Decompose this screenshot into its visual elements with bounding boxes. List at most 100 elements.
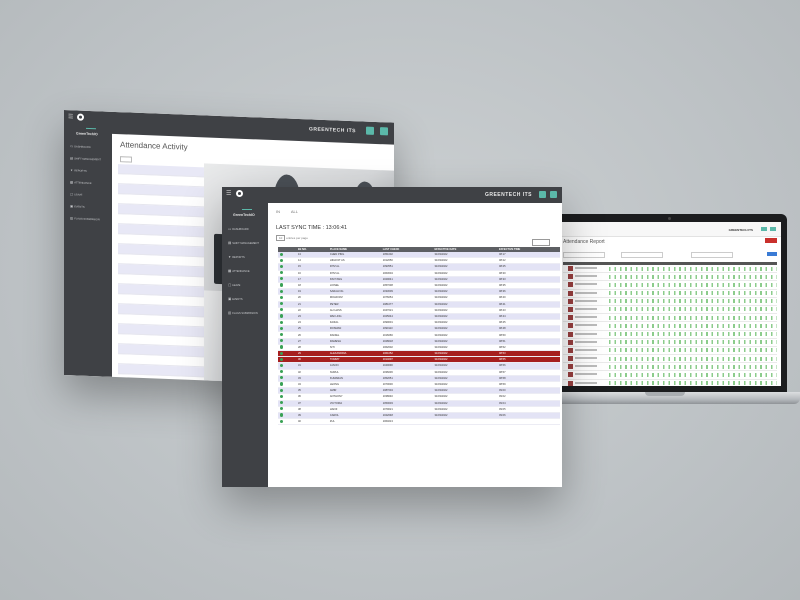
page-size-select[interactable]: 10 — [276, 235, 286, 241]
sidebar-item-flags-submission[interactable]: ▥FLAGS SUBMISSION — [227, 311, 268, 315]
sidebar-item-reports[interactable]: ▾ REPORTS — [69, 168, 112, 174]
topbar-button-1[interactable] — [366, 126, 374, 135]
sidebar-item-leave[interactable]: ▢LEAVE — [69, 192, 112, 198]
avatar — [568, 266, 573, 271]
report-row[interactable] — [563, 290, 777, 298]
sidebar-item-events[interactable]: ▣EVENTS — [69, 204, 112, 210]
check-icon — [280, 283, 284, 287]
check-icon — [280, 252, 284, 256]
attendance-report-grid — [563, 262, 777, 386]
employee-name — [575, 283, 597, 286]
laptop-notch — [645, 392, 685, 396]
sync-label: LAST SYNC TIME : — [276, 225, 325, 231]
sidebar-nav: ▭DASHBOARD ▤SHIFT MANAGEMENT ▾ REPORTS ▦ATTE… — [64, 110, 112, 221]
page-title: Attendance Activity — [120, 140, 188, 152]
last-sync: LAST SYNC TIME : 13:06:41 — [276, 225, 347, 231]
hamburger-icon[interactable]: ☰ — [68, 113, 73, 120]
check-icon — [280, 363, 284, 368]
cell-date — [432, 418, 498, 426]
employee-name — [575, 324, 597, 327]
avatar — [568, 274, 573, 280]
avatar — [568, 372, 573, 378]
sidebar-item-label: DASHBOARD — [232, 228, 249, 231]
avatar — [568, 290, 573, 296]
filter-to[interactable] — [621, 252, 663, 258]
laptop-base — [525, 392, 800, 404]
sidebar-item-events[interactable]: ▣EVENTS — [227, 297, 268, 301]
export-button[interactable] — [765, 238, 777, 243]
sidebar-item-flags-submission[interactable]: ▥FLAGS SUBMISSION — [69, 216, 112, 222]
report-row[interactable] — [563, 371, 777, 380]
tab-in[interactable]: IN — [276, 209, 280, 214]
search-input[interactable] — [532, 239, 550, 246]
filter-from[interactable] — [563, 252, 605, 258]
page-size-select[interactable] — [120, 156, 132, 163]
check-icon — [280, 376, 284, 380]
table-row[interactable] — [118, 374, 204, 388]
laptop-button-1[interactable] — [761, 227, 767, 231]
table-row[interactable]: 40 ZUL 1064013 — [278, 418, 560, 426]
employee-name — [575, 275, 597, 278]
topbar-button-1[interactable] — [539, 191, 546, 198]
check-icon — [280, 401, 284, 405]
attendance-cells — [609, 381, 777, 386]
avatar — [568, 315, 573, 321]
mockup-stage: ☰ GreenTechIO ▭DASHBOARD ▤SHIFT MANAGEMEN… — [0, 0, 800, 600]
top-brand: GREENTECH ITS — [308, 126, 356, 135]
sidebar-item-attendance[interactable]: ▦ATTENDANCE — [69, 180, 112, 186]
camera-icon — [668, 217, 671, 220]
sidebar-item-attendance[interactable]: ▦ATTENDANCE — [227, 269, 268, 273]
sidebar-item-dashboard[interactable]: ▭DASHBOARD — [227, 227, 268, 231]
report-row[interactable] — [563, 363, 777, 372]
check-icon — [280, 419, 284, 423]
check-icon — [280, 339, 284, 343]
tab-all[interactable]: ALL — [291, 209, 298, 214]
laptop-screen: GREENTECH ITS Attendance Report — [561, 222, 781, 386]
page-size-control: 10 entries per page — [276, 235, 308, 241]
laptop-brand: GREENTECH ITS — [728, 228, 753, 232]
report-row[interactable] — [563, 380, 777, 386]
table-row[interactable] — [118, 384, 204, 388]
report-row[interactable] — [563, 314, 777, 323]
employee-name — [575, 365, 597, 368]
check-icon — [280, 388, 284, 392]
report-row[interactable] — [563, 298, 777, 306]
sidebar-item-label: LEAVE — [232, 284, 241, 287]
sidebar-item-leave[interactable]: ▢LEAVE — [227, 283, 268, 287]
sidebar-item-shift-management[interactable]: ▤SHIFT MANAGEMENT — [227, 241, 268, 245]
search-button[interactable] — [767, 252, 777, 256]
attendance-cells — [609, 340, 777, 345]
topbar-button-2[interactable] — [550, 191, 557, 198]
report-row[interactable] — [563, 273, 777, 282]
check-icon — [280, 271, 284, 275]
check-icon — [280, 407, 284, 411]
hamburger-icon[interactable]: ☰ — [226, 190, 231, 197]
employee-name — [575, 340, 597, 343]
employee-name — [575, 299, 597, 302]
sidebar-item-shift-management[interactable]: ▤SHIFT MANAGEMENT — [69, 156, 112, 162]
report-row[interactable] — [563, 355, 777, 364]
logo-icon — [77, 113, 84, 121]
report-row[interactable] — [563, 347, 777, 356]
report-row[interactable] — [563, 265, 777, 274]
topbar-button-2[interactable] — [380, 127, 388, 136]
report-row[interactable] — [563, 331, 777, 339]
report-row[interactable] — [563, 339, 777, 347]
report-row[interactable] — [563, 306, 777, 315]
sidebar: ☰ GreenTechIO ▭DASHBOARD ▤SHIFT MANAGEMEN… — [64, 110, 112, 377]
check-icon — [280, 370, 284, 374]
sidebar-item-dashboard[interactable]: ▭DASHBOARD — [69, 144, 112, 150]
check-icon — [280, 258, 284, 262]
sidebar-item-reports[interactable]: ▾ REPORTS — [227, 255, 268, 259]
laptop-button-2[interactable] — [770, 227, 776, 231]
filter-dept[interactable] — [691, 252, 733, 258]
sidebar-item-label: EVENTS — [232, 298, 243, 301]
report-row[interactable] — [563, 322, 777, 331]
logo-icon — [236, 190, 243, 197]
cell-no: 40 — [295, 418, 328, 426]
employee-name — [575, 357, 597, 360]
check-icon — [280, 413, 284, 417]
report-row[interactable] — [563, 281, 777, 290]
employee-name — [575, 316, 597, 319]
check-icon — [280, 320, 284, 324]
